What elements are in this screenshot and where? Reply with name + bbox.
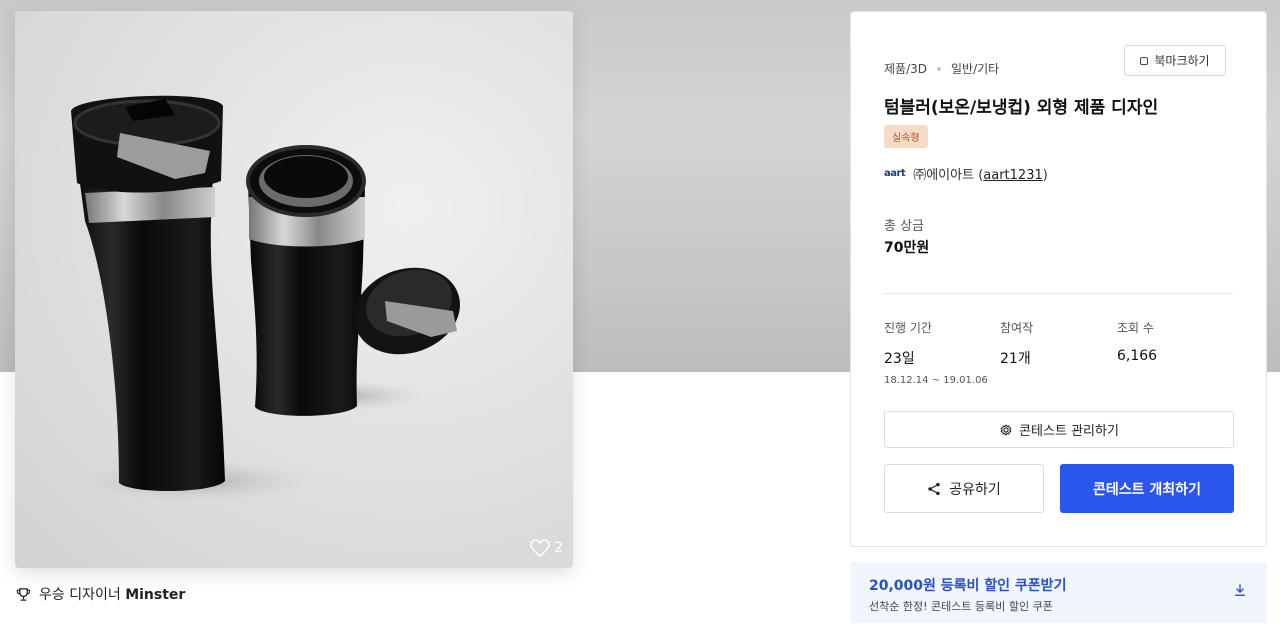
stat-label: 진행 기간 <box>884 321 932 335</box>
stat-period: 18.12.14 ~ 19.01.06 <box>884 375 988 386</box>
winner-info: 우승 디자이너 Minster <box>16 584 185 604</box>
heart-icon <box>530 539 550 557</box>
bookmark-icon <box>1140 56 1149 65</box>
prize-label: 총 상금 <box>884 219 925 234</box>
share-icon <box>928 482 940 495</box>
download-icon[interactable] <box>1233 583 1247 597</box>
gear-icon <box>1000 423 1012 436</box>
category-breadcrumb: 제품/3D 일반/기타 <box>884 60 999 77</box>
plan-badge: 실속형 <box>884 125 928 148</box>
winner-prefix: 우승 디자이너 <box>39 587 121 603</box>
prize-value: 70만원 <box>884 240 930 256</box>
coupon-title: 20,000원 등록비 할인 쿠폰받기 <box>869 578 1067 594</box>
divider <box>884 293 1233 294</box>
tumbler-render-graphic <box>71 95 460 503</box>
stat-label: 조회 수 <box>1117 321 1154 335</box>
winner-name[interactable]: Minster <box>125 587 185 603</box>
like-count: 2 <box>554 540 563 556</box>
manage-contest-button[interactable]: 콘테스트 관리하기 <box>884 411 1234 448</box>
trophy-icon <box>16 587 31 601</box>
stat-views: 조회 수 6,166 <box>1117 319 1157 364</box>
company-logo: aart <box>884 168 906 179</box>
share-label: 공유하기 <box>949 481 1001 498</box>
stat-value: 6,166 <box>1117 348 1158 364</box>
company-name: ㈜에이아트 <box>913 168 975 183</box>
company-id-link[interactable]: aart1231 <box>983 168 1042 183</box>
host-company: aart ㈜에이아트 (aart1231) <box>884 168 1048 183</box>
contest-title: 텀블러(보온/보냉컵) 외형 제품 디자인 <box>884 98 1159 118</box>
bookmark-label: 북마크하기 <box>1154 54 1210 68</box>
category-sub[interactable]: 일반/기타 <box>951 60 999 77</box>
separator-dot <box>937 66 941 71</box>
manage-label: 콘테스트 관리하기 <box>1019 424 1119 439</box>
category-main[interactable]: 제품/3D <box>884 60 927 77</box>
stat-entries: 참여작 21개 <box>1000 319 1033 368</box>
bookmark-button[interactable]: 북마크하기 <box>1124 45 1226 76</box>
coupon-banner[interactable]: 20,000원 등록비 할인 쿠폰받기 선착순 한정! 콘테스트 등록비 할인 … <box>850 562 1267 623</box>
stat-value: 23일 <box>884 351 915 367</box>
contest-info-card: 제품/3D 일반/기타 북마크하기 텀블러(보온/보냉컵) 외형 제품 디자인 … <box>850 11 1267 547</box>
stat-value: 21개 <box>1000 351 1031 367</box>
like-button[interactable]: 2 <box>530 539 563 557</box>
host-contest-button[interactable]: 콘테스트 개최하기 <box>1060 464 1234 513</box>
stat-label: 참여작 <box>1000 321 1034 335</box>
stat-duration: 진행 기간 23일 18.12.14 ~ 19.01.06 <box>884 319 988 386</box>
coupon-subtitle: 선착순 한정! 콘테스트 등록비 할인 쿠폰 <box>869 600 1053 613</box>
product-image[interactable]: 2 <box>15 11 573 568</box>
share-button[interactable]: 공유하기 <box>884 464 1044 513</box>
